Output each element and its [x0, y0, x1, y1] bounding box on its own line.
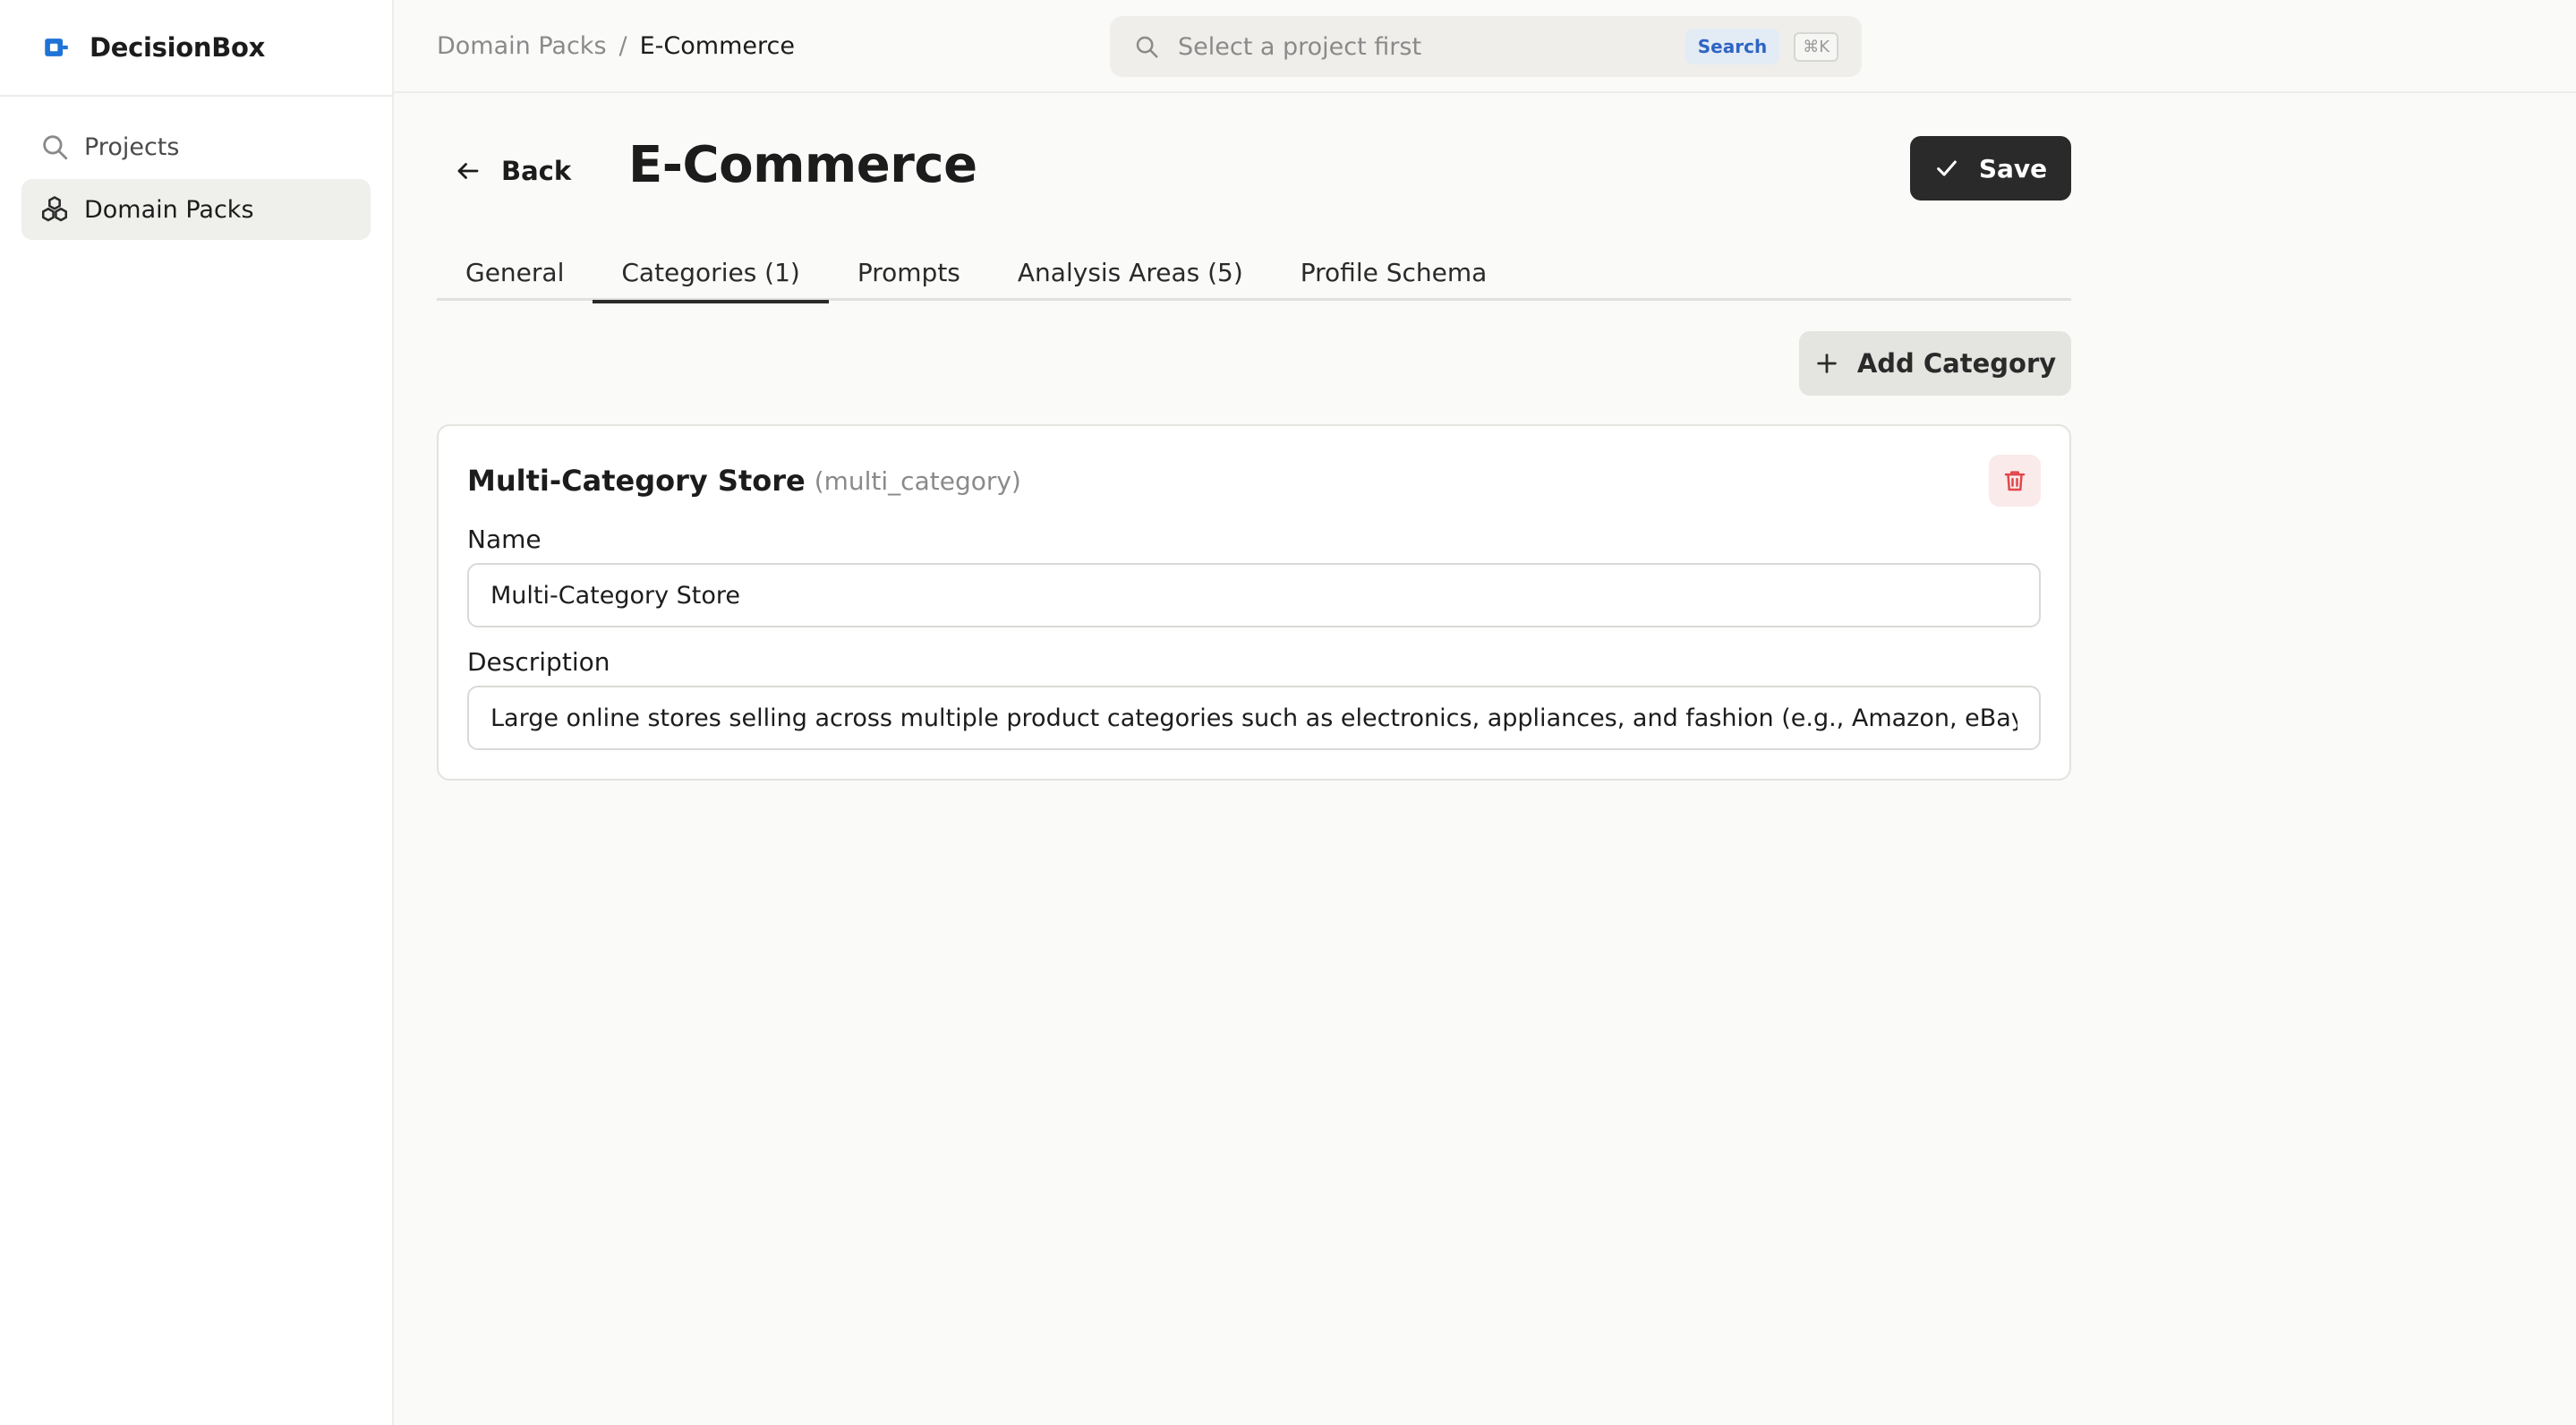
- tab-prompts[interactable]: Prompts: [829, 243, 989, 301]
- topbar: Domain Packs / E-Commerce Select a proje…: [394, 0, 2576, 93]
- breadcrumb-current: E-Commerce: [639, 31, 795, 60]
- category-title: Multi-Category Store: [467, 464, 806, 498]
- add-category-button[interactable]: Add Category: [1799, 331, 2071, 396]
- tab-analysis-areas[interactable]: Analysis Areas (5): [989, 243, 1272, 301]
- sidebar-item-projects[interactable]: Projects: [21, 116, 371, 177]
- breadcrumb-separator: /: [618, 31, 627, 60]
- tab-general[interactable]: General: [437, 243, 593, 301]
- search-badge: Search: [1685, 29, 1780, 64]
- breadcrumb: Domain Packs / E-Commerce: [437, 0, 795, 91]
- delete-category-button[interactable]: [1989, 455, 2041, 507]
- tab-categories[interactable]: Categories (1): [593, 243, 829, 303]
- brand-name: DecisionBox: [90, 32, 266, 63]
- brand[interactable]: DecisionBox: [0, 0, 392, 97]
- category-description-input[interactable]: [467, 686, 2041, 750]
- search-shortcut: ⌘K: [1794, 31, 1838, 62]
- search-input[interactable]: Select a project first: [1178, 33, 1685, 61]
- category-key: (multi_category): [814, 465, 1021, 496]
- category-card: Multi-Category Store (multi_category) Na…: [437, 424, 2071, 781]
- sidebar: DecisionBox Projects Domain Packs: [0, 0, 394, 1425]
- app-root: DecisionBox Projects Domain Packs Domain…: [0, 0, 2576, 1425]
- description-label: Description: [467, 647, 610, 677]
- page-title: E-Commerce: [628, 136, 977, 194]
- category-card-header: Multi-Category Store (multi_category): [467, 453, 2041, 508]
- breadcrumb-domain-packs[interactable]: Domain Packs: [437, 32, 607, 60]
- main-area: Domain Packs / E-Commerce Select a proje…: [394, 0, 2576, 1425]
- save-button[interactable]: Save: [1910, 136, 2071, 201]
- back-button[interactable]: Back: [455, 140, 571, 202]
- sidebar-item-label: Domain Packs: [84, 195, 254, 224]
- trash-icon: [2004, 471, 2026, 491]
- domain-packs-icon: [41, 196, 68, 222]
- brand-logo-icon: [45, 38, 68, 56]
- page-content: Back E-Commerce Save General Categories …: [437, 93, 2071, 781]
- add-category-label: Add Category: [1856, 348, 2057, 379]
- arrow-left-icon: [457, 163, 479, 179]
- search-icon: [43, 135, 68, 160]
- save-label: Save: [1978, 153, 2048, 183]
- tab-profile-schema[interactable]: Profile Schema: [1272, 243, 1516, 301]
- search-icon: [1136, 36, 1158, 58]
- tab-bar: General Categories (1) Prompts Analysis …: [437, 243, 2071, 303]
- page-header: Back E-Commerce Save: [437, 93, 2071, 243]
- global-search[interactable]: Select a project first Search ⌘K: [1110, 16, 1862, 77]
- category-name-input[interactable]: [467, 563, 2041, 627]
- back-label: Back: [501, 156, 572, 186]
- plus-icon: [1817, 354, 1837, 373]
- sidebar-item-label: Projects: [84, 132, 180, 161]
- name-label: Name: [467, 525, 542, 554]
- sidebar-nav: Projects Domain Packs: [0, 97, 392, 261]
- sidebar-item-domain-packs[interactable]: Domain Packs: [21, 179, 371, 240]
- categories-toolbar: Add Category: [437, 301, 2071, 424]
- check-icon: [1936, 160, 1957, 176]
